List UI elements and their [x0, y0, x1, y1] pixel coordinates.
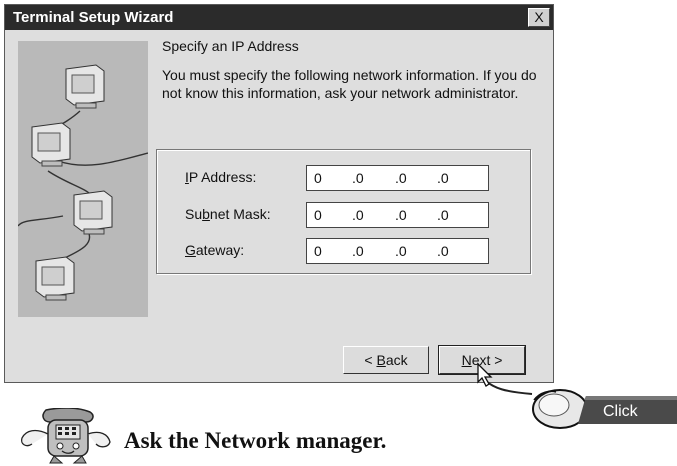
gateway-input[interactable]: 0 .0 .0 .0 — [306, 238, 489, 264]
click-callout — [477, 362, 677, 429]
gateway-octet-2: .0 — [352, 243, 364, 259]
subnet-octet-1: 0 — [314, 207, 322, 223]
back-button[interactable]: < Back — [343, 346, 429, 374]
ip-address-label: IP Address: — [185, 169, 257, 185]
computer-icon — [31, 122, 71, 167]
page-heading: Specify an IP Address — [162, 38, 299, 54]
gateway-octet-3: .0 — [395, 243, 407, 259]
subnet-octet-2: .0 — [352, 207, 364, 223]
ip-octet-4: .0 — [437, 170, 449, 186]
footer-instruction: Ask the Network manager. — [124, 428, 387, 453]
telephone-mascot-icon — [20, 408, 111, 464]
subnet-octet-4: .0 — [437, 207, 449, 223]
subnet-mask-input[interactable]: 0 .0 .0 .0 — [306, 202, 489, 228]
subnet-octet-3: .0 — [395, 207, 407, 223]
network-illustration — [17, 41, 149, 317]
ip-address-input[interactable]: 0 .0 .0 .0 — [306, 165, 489, 191]
gateway-octet-1: 0 — [314, 243, 322, 259]
ip-octet-3: .0 — [395, 170, 407, 186]
title-bar: Terminal Setup Wizard X — [5, 5, 553, 30]
click-label: Click — [603, 403, 638, 420]
ip-octet-1: 0 — [314, 170, 322, 186]
computer-icon — [65, 64, 105, 109]
gateway-octet-4: .0 — [437, 243, 449, 259]
window-title: Terminal Setup Wizard — [13, 9, 174, 26]
close-button[interactable]: X — [528, 8, 550, 27]
page-description: You must specify the following network i… — [162, 67, 537, 101]
computer-icon — [73, 190, 113, 235]
gateway-label: Gateway: — [185, 242, 245, 258]
subnet-mask-label: Subnet Mask: — [185, 206, 271, 222]
ip-octet-2: .0 — [352, 170, 364, 186]
computer-icon — [35, 256, 75, 301]
